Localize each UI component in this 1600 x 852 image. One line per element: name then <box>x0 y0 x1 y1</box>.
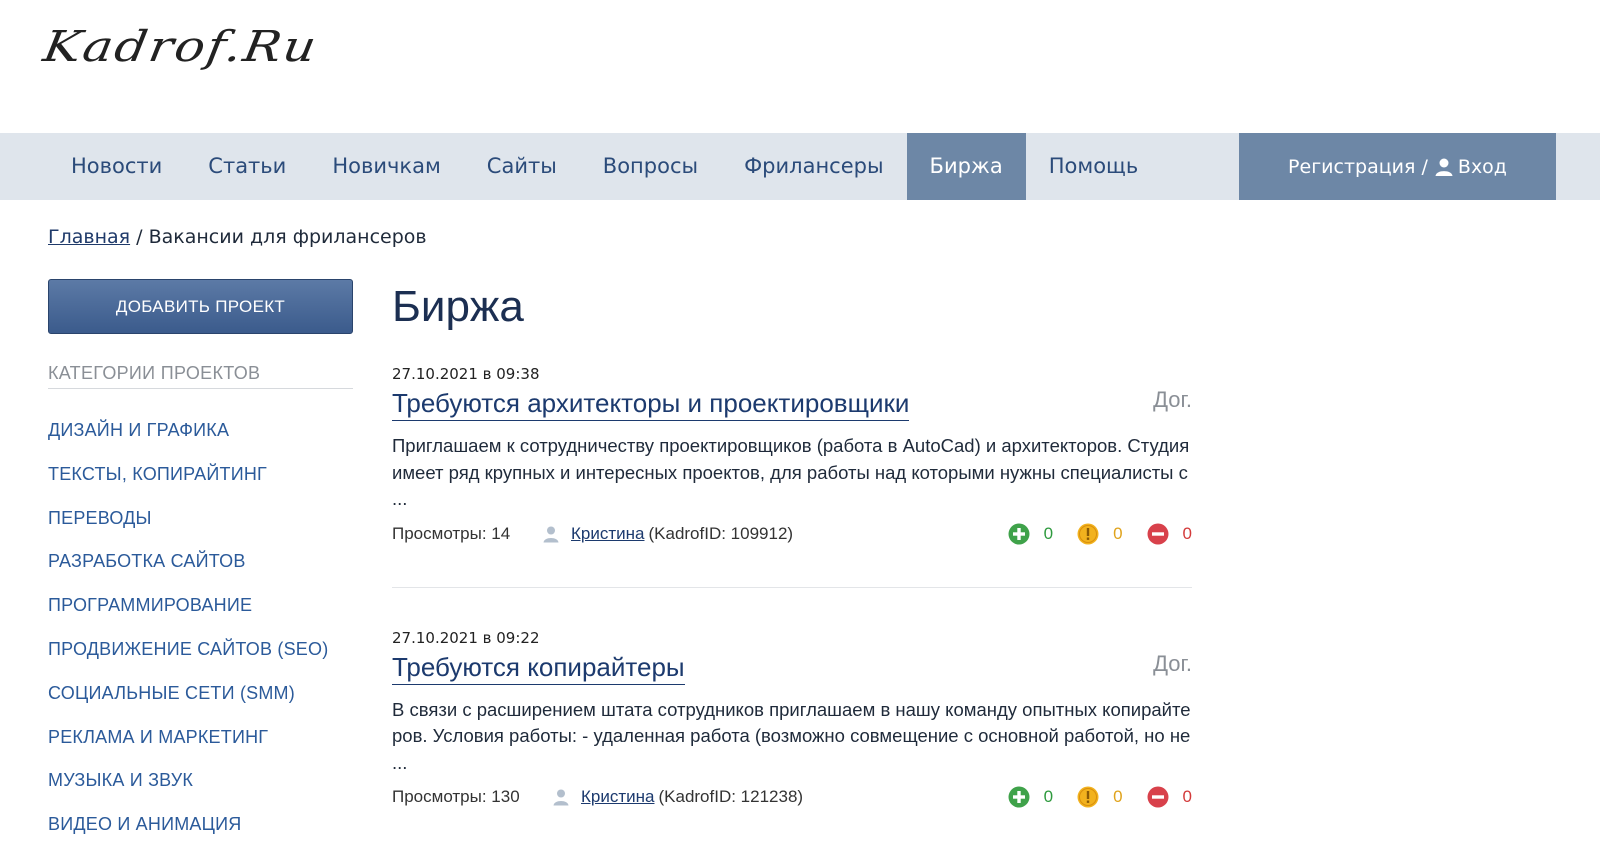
person-icon <box>553 789 569 806</box>
category-item[interactable]: ДИЗАЙН И ГРАФИКА <box>48 409 353 453</box>
author-id: (KadrofID: 121238) <box>658 787 804 806</box>
author-link[interactable]: Кристина <box>581 782 654 812</box>
project-title-link[interactable]: Требуются архитекторы и проектировщики <box>392 387 910 421</box>
project-card: 27.10.2021 в 09:38 Требуются архитекторы… <box>392 362 1192 549</box>
vote-neutral-count: 0 <box>1113 787 1123 806</box>
vote-neutral[interactable]: 0 <box>1077 782 1123 812</box>
project-date: 27.10.2021 в 09:22 <box>392 628 540 647</box>
author-id: (KadrofID: 109912) <box>648 523 794 543</box>
project-votes: 0 0 0 <box>984 782 1192 812</box>
minus-circle-icon <box>1147 786 1169 808</box>
project-views: Просмотры: 130 <box>392 787 520 806</box>
vote-neutral-count: 0 <box>1113 523 1123 543</box>
nav-item-questions[interactable]: Вопросы <box>580 133 721 200</box>
plus-circle-icon <box>1008 523 1030 544</box>
nav-item-exchange[interactable]: Биржа <box>906 133 1026 200</box>
nav-items: Новости Статьи Новичкам Сайты Вопросы Фр… <box>48 133 1161 200</box>
nav-item-freelancers[interactable]: Фрилансеры <box>721 133 906 200</box>
nav-item-news[interactable]: Новости <box>48 133 185 200</box>
project-meta: Просмотры: 14 Кристина (KadrofID: 109912… <box>392 519 1192 549</box>
person-icon <box>543 526 559 542</box>
vote-plus[interactable]: 0 <box>1008 782 1053 812</box>
category-item[interactable]: РЕКЛАМА И МАРКЕТИНГ <box>48 716 353 760</box>
breadcrumb-home[interactable]: Главная <box>48 226 130 248</box>
login-link[interactable]: Вход <box>1458 156 1507 178</box>
project-votes: 0 0 0 <box>984 519 1192 549</box>
vote-neutral[interactable]: 0 <box>1077 519 1123 549</box>
project-price: Дог. <box>1153 650 1192 676</box>
category-list: ДИЗАЙН И ГРАФИКА ТЕКСТЫ, КОПИРАЙТИНГ ПЕР… <box>48 409 353 847</box>
exclamation-circle-icon <box>1077 523 1099 544</box>
project-description: Приглашаем к сотрудничеству проектировщи… <box>392 435 1190 509</box>
site-logo[interactable]: Kadrof.Ru <box>40 22 322 71</box>
nav-item-beginners[interactable]: Новичкам <box>309 133 463 200</box>
project-date: 27.10.2021 в 09:38 <box>392 365 540 383</box>
register-link[interactable]: Регистрация / <box>1288 156 1428 178</box>
project-meta: Просмотры: 130 Кристина (KadrofID: 12123… <box>392 782 1192 812</box>
project-title-link[interactable]: Требуются копирайтеры <box>392 651 685 685</box>
vote-minus-count: 0 <box>1182 787 1192 806</box>
vote-plus-count: 0 <box>1043 523 1054 543</box>
minus-circle-icon <box>1147 523 1169 544</box>
nav-item-help[interactable]: Помощь <box>1026 133 1162 200</box>
project-divider <box>392 586 1192 588</box>
vote-minus[interactable]: 0 <box>1147 519 1192 549</box>
categories-title: КАТЕГОРИИ ПРОЕКТОВ <box>48 363 353 389</box>
add-project-button[interactable]: ДОБАВИТЬ ПРОЕКТ <box>48 279 353 334</box>
page-title: Биржа <box>392 282 524 331</box>
vote-minus-count: 0 <box>1182 523 1192 543</box>
sidebar: ДОБАВИТЬ ПРОЕКТ КАТЕГОРИИ ПРОЕКТОВ ДИЗАЙ… <box>48 279 353 847</box>
category-item[interactable]: ТЕКСТЫ, КОПИРАЙТИНГ <box>48 453 353 497</box>
category-item[interactable]: РАЗРАБОТКА САЙТОВ <box>48 540 353 584</box>
category-item[interactable]: ВИДЕО И АНИМАЦИЯ <box>48 803 353 847</box>
category-item[interactable]: ПЕРЕВОДЫ <box>48 497 353 541</box>
project-author: Кристина (KadrofID: 121238) <box>552 782 803 812</box>
nav-item-sites[interactable]: Сайты <box>464 133 580 200</box>
project-description: В связи с расширением штата сотрудников … <box>392 698 1191 773</box>
auth-box: Регистрация / Вход <box>1239 133 1556 200</box>
vote-plus-count: 0 <box>1043 787 1054 806</box>
category-item[interactable]: МУЗЫКА И ЗВУК <box>48 759 353 803</box>
breadcrumb-current: Вакансии для фрилансеров <box>148 226 427 248</box>
main-content: Биржа 27.10.2021 в 09:38 Требуются архит… <box>392 272 1192 812</box>
project-views: Просмотры: 14 <box>392 523 511 543</box>
project-author: Кристина (KadrofID: 109912) <box>542 519 793 549</box>
main-nav: Новости Статьи Новичкам Сайты Вопросы Фр… <box>0 133 1600 200</box>
category-item[interactable]: ПРОГРАММИРОВАНИЕ <box>48 584 353 628</box>
category-item[interactable]: СОЦИАЛЬНЫЕ СЕТИ (SMM) <box>48 672 353 716</box>
project-price: Дог. <box>1153 387 1192 412</box>
project-card: 27.10.2021 в 09:22 Требуются копирайтеры… <box>392 626 1192 813</box>
vote-plus[interactable]: 0 <box>1008 519 1053 549</box>
vote-minus[interactable]: 0 <box>1147 782 1192 812</box>
plus-circle-icon <box>1008 786 1030 808</box>
author-link[interactable]: Кристина <box>571 519 644 549</box>
breadcrumb: Главная / Вакансии для фрилансеров <box>48 226 427 248</box>
user-icon <box>1435 158 1453 176</box>
breadcrumb-separator: / <box>130 226 149 248</box>
exclamation-circle-icon <box>1077 786 1099 808</box>
nav-item-articles[interactable]: Статьи <box>185 133 309 200</box>
site-header: Kadrof.Ru <box>0 0 1600 133</box>
category-item[interactable]: ПРОДВИЖЕНИЕ САЙТОВ (SEO) <box>48 628 353 672</box>
